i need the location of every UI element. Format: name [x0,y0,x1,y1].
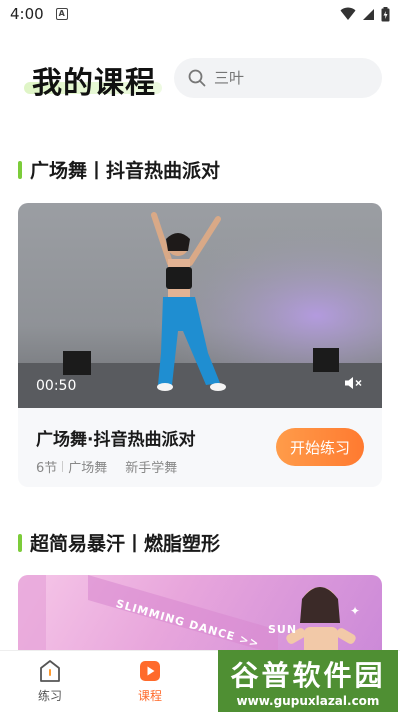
battery-icon [381,6,390,21]
watermark-url: www.gupuxlazal.com [236,694,380,708]
tab-course[interactable]: 课程 [120,659,180,704]
section-accent-bar [18,533,22,552]
section-accent-bar [18,160,22,179]
tab-label: 课程 [137,689,162,703]
section-header: 超简易暴汗丨燃脂塑形 [18,529,220,556]
site-watermark: 谷普软件园 www.gupuxlazal.com [218,650,398,712]
practice-icon [40,660,60,682]
search-input[interactable] [214,69,364,87]
wifi-icon [340,7,356,20]
start-practice-button[interactable]: 开始练习 [276,428,364,466]
banner-side-text: SUN [268,623,298,636]
course-video[interactable]: 00:50 [18,203,382,408]
section-header: 广场舞丨抖音热曲派对 [18,156,220,183]
course-name: 广场舞·抖音热曲派对 [36,430,196,450]
status-indicators [340,6,390,22]
search-icon [188,69,206,87]
lesson-count: 6节 [36,461,58,476]
course-card[interactable]: 00:50 广场舞·抖音热曲派对 6节 广场舞 新手学舞 开始练习 [18,203,382,487]
course-category: 广场舞 [68,461,108,476]
page-header: 我的课程 [0,56,400,101]
status-bar: 4:00 A [0,0,400,28]
status-time: 4:00 [10,5,44,23]
tab-practice[interactable]: 练习 [20,659,80,704]
course-icon [140,661,160,681]
svg-text:✦: ✦ [350,604,360,618]
video-duration: 00:50 [36,378,77,394]
section-title: 广场舞丨抖音热曲派对 [30,160,221,182]
watermark-title: 谷普软件园 [230,659,386,692]
course-tag: 新手学舞 [125,461,178,476]
section-title: 超简易暴汗丨燃脂塑形 [30,533,221,555]
meta-divider [62,461,64,472]
signal-icon [363,8,374,20]
tab-label: 练习 [37,689,62,703]
course-meta: 6节 广场舞 新手学舞 [36,457,177,476]
mute-icon[interactable] [344,376,362,390]
search-bar[interactable] [174,58,382,98]
notification-app-icon: A [55,8,68,20]
page-title: 我的课程 [32,66,156,101]
